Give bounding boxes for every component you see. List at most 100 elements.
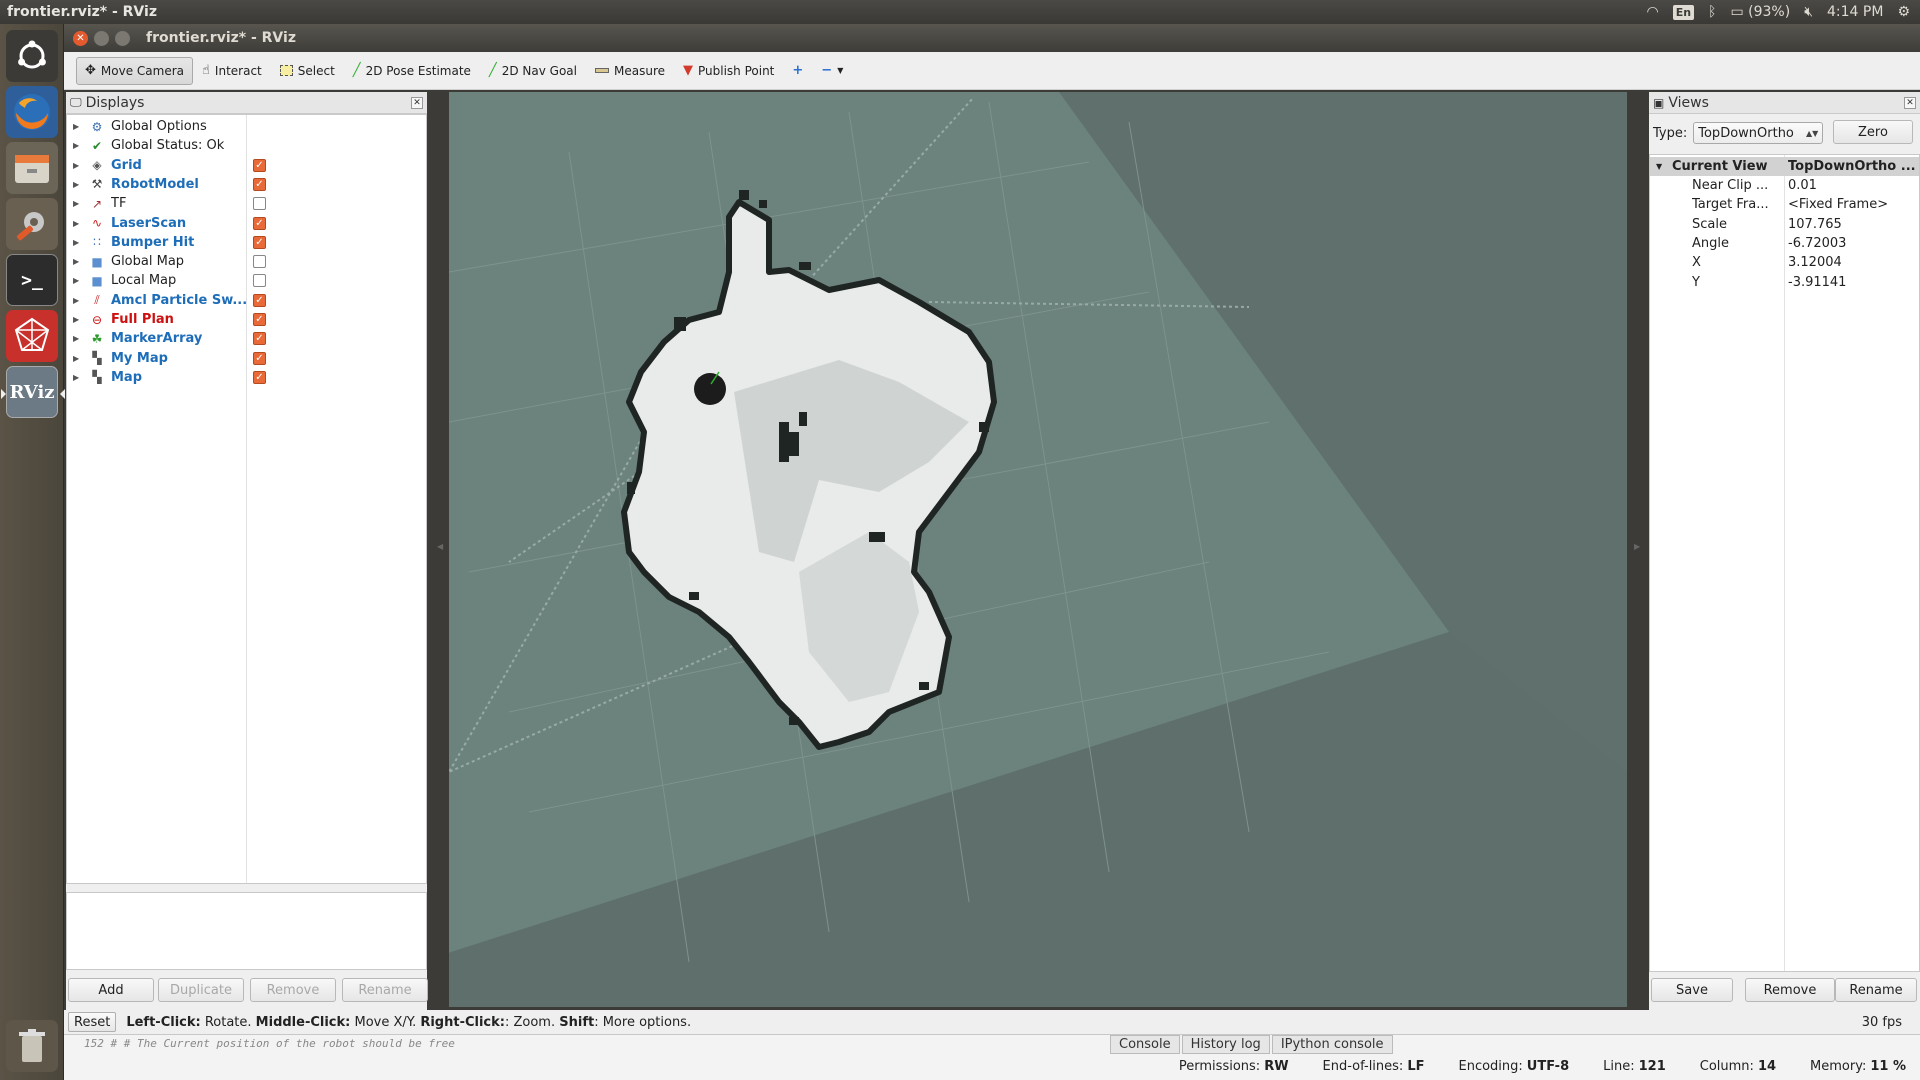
expand-arrow-icon[interactable]: ▶ xyxy=(73,161,83,170)
display-item[interactable]: ▶ ✔ Global Status: Ok xyxy=(67,136,426,155)
expand-arrow-icon[interactable]: ▶ xyxy=(73,373,83,382)
rename-view-button[interactable]: Rename xyxy=(1835,978,1917,1002)
move-camera-tool[interactable]: ✥ Move Camera xyxy=(76,56,193,85)
view-property-row[interactable]: Target Fra... <Fixed Frame> xyxy=(1650,195,1919,214)
battery-indicator[interactable]: ▭ (93%) xyxy=(1730,4,1790,20)
pose-estimate-tool[interactable]: ╱ 2D Pose Estimate xyxy=(344,57,480,85)
remove-view-button[interactable]: Remove xyxy=(1745,978,1835,1002)
view-property-row[interactable]: Y -3.91141 xyxy=(1650,273,1919,292)
console-tab[interactable]: IPython console xyxy=(1271,1035,1393,1054)
duplicate-display-button[interactable]: Duplicate xyxy=(158,978,244,1002)
current-view-row[interactable]: ▼ Current View TopDownOrtho ... xyxy=(1650,157,1919,176)
close-window-icon[interactable]: ✕ xyxy=(73,30,88,46)
property-value[interactable]: -6.72003 xyxy=(1788,236,1918,251)
publish-point-tool[interactable]: ▼ Publish Point xyxy=(674,57,783,85)
expand-arrow-icon[interactable]: ▶ xyxy=(73,180,83,189)
expand-arrow-icon[interactable]: ▶ xyxy=(73,238,83,247)
remove-tool-button[interactable]: − ▼ xyxy=(812,57,852,85)
minimize-window-icon[interactable] xyxy=(94,30,109,46)
settings-tools-icon[interactable] xyxy=(6,198,58,250)
clock[interactable]: 4:14 PM xyxy=(1827,4,1883,20)
volume-muted-icon[interactable]: 🔇︎ xyxy=(1804,4,1813,20)
display-enable-checkbox[interactable]: ✓ xyxy=(253,293,266,307)
expand-arrow-icon[interactable]: ▶ xyxy=(73,276,83,285)
expand-arrow-icon[interactable]: ▶ xyxy=(73,257,83,266)
view-properties-tree[interactable]: ▼ Current View TopDownOrtho ... Near Cli… xyxy=(1649,154,1920,972)
measure-tool[interactable]: Measure xyxy=(586,57,674,85)
view-type-select[interactable]: TopDownOrtho ▲▼ xyxy=(1693,122,1824,144)
property-value[interactable]: 0.01 xyxy=(1788,178,1918,193)
expand-arrow-icon[interactable]: ▶ xyxy=(73,219,83,228)
3d-viewport[interactable] xyxy=(449,92,1627,1007)
display-enable-checkbox[interactable]: ✓ xyxy=(253,351,266,365)
zero-button[interactable]: Zero xyxy=(1833,120,1913,144)
rename-display-button[interactable]: Rename xyxy=(342,978,428,1002)
display-item[interactable]: ▶ ■ Global Map xyxy=(67,252,426,271)
expand-arrow-icon[interactable]: ▶ xyxy=(73,315,83,324)
rviz-launcher-icon[interactable]: RViz xyxy=(1,366,65,418)
expand-arrow-icon[interactable]: ▼ xyxy=(1656,162,1662,171)
nav-goal-tool[interactable]: ╱ 2D Nav Goal xyxy=(480,57,586,85)
property-value[interactable]: <Fixed Frame> xyxy=(1788,197,1918,212)
firefox-icon[interactable] xyxy=(6,86,58,138)
ubuntu-home-icon[interactable] xyxy=(6,30,58,82)
display-item[interactable]: ▶ ⚒ RobotModel ✓ xyxy=(67,175,426,194)
close-views-icon[interactable]: ✕ xyxy=(1904,96,1916,109)
display-enable-checkbox[interactable]: ✓ xyxy=(253,216,266,230)
display-enable-checkbox[interactable] xyxy=(253,274,266,288)
display-enable-checkbox[interactable] xyxy=(253,255,266,269)
interact-tool[interactable]: ☝ Interact xyxy=(193,57,271,85)
display-item[interactable]: ▶ ☘ MarkerArray ✓ xyxy=(67,329,426,348)
property-value[interactable]: -3.91141 xyxy=(1788,275,1918,290)
display-enable-checkbox[interactable]: ✓ xyxy=(253,177,266,191)
files-icon[interactable] xyxy=(6,142,58,194)
select-tool[interactable]: Select xyxy=(271,57,344,85)
display-item[interactable]: ▶ ⚙ Global Options xyxy=(67,117,426,136)
close-panel-icon[interactable]: ✕ xyxy=(411,96,423,109)
maximize-window-icon[interactable] xyxy=(115,30,130,46)
terminal-icon[interactable]: >_ xyxy=(6,254,58,306)
display-item[interactable]: ▶ ▚ Map ✓ xyxy=(67,368,426,387)
expand-arrow-icon[interactable]: ▶ xyxy=(73,354,83,363)
right-collapse-arrow-icon[interactable]: ▶ xyxy=(1634,542,1642,551)
network-app-icon[interactable] xyxy=(6,310,58,362)
display-enable-checkbox[interactable]: ✓ xyxy=(253,370,266,384)
view-property-row[interactable]: Near Clip ... 0.01 xyxy=(1650,176,1919,195)
expand-arrow-icon[interactable]: ▶ xyxy=(73,334,83,343)
display-enable-checkbox[interactable]: ✓ xyxy=(253,313,266,326)
display-item[interactable]: ▶ ∿ LaserScan ✓ xyxy=(67,214,426,233)
display-item[interactable]: ▶ ↗ TF xyxy=(67,194,426,213)
display-enable-checkbox[interactable]: ✓ xyxy=(253,332,266,346)
wifi-icon[interactable]: ◠ xyxy=(1646,4,1658,20)
remove-display-button[interactable]: Remove xyxy=(250,978,336,1002)
view-property-row[interactable]: Angle -6.72003 xyxy=(1650,234,1919,253)
display-enable-checkbox[interactable]: ✓ xyxy=(253,235,266,249)
display-item[interactable]: ▶ ⫽ Amcl Particle Sw... ✓ xyxy=(67,291,426,310)
settings-gear-icon[interactable]: ⚙ xyxy=(1897,4,1910,20)
console-tab[interactable]: Console xyxy=(1110,1035,1180,1054)
view-property-row[interactable]: X 3.12004 xyxy=(1650,253,1919,272)
display-item[interactable]: ▶ ▚ My Map ✓ xyxy=(67,349,426,368)
expand-arrow-icon[interactable]: ▶ xyxy=(73,122,83,131)
display-item[interactable]: ▶ ∷ Bumper Hit ✓ xyxy=(67,233,426,252)
console-tab[interactable]: History log xyxy=(1181,1035,1270,1054)
display-item[interactable]: ▶ ◈ Grid ✓ xyxy=(67,156,426,175)
display-item[interactable]: ▶ ⊖ Full Plan ✓ xyxy=(67,310,426,329)
property-value[interactable]: 3.12004 xyxy=(1788,255,1918,270)
expand-arrow-icon[interactable]: ▶ xyxy=(73,199,83,208)
reset-button[interactable]: Reset xyxy=(68,1012,117,1032)
add-display-button[interactable]: Add xyxy=(68,978,154,1002)
trash-icon[interactable] xyxy=(6,1020,58,1072)
display-enable-checkbox[interactable]: ✓ xyxy=(253,158,266,172)
displays-tree[interactable]: ▶ ⚙ Global Options ▶ ✔ Global Status: Ok ▶ ◈ Gri… xyxy=(66,114,427,884)
display-enable-checkbox[interactable] xyxy=(253,197,266,211)
property-value[interactable]: 107.765 xyxy=(1788,217,1918,232)
save-view-button[interactable]: Save xyxy=(1651,978,1733,1002)
keyboard-indicator[interactable]: En xyxy=(1672,4,1695,20)
view-property-row[interactable]: Scale 107.765 xyxy=(1650,215,1919,234)
expand-arrow-icon[interactable]: ▶ xyxy=(73,296,83,305)
left-collapse-arrow-icon[interactable]: ◀ xyxy=(437,542,445,551)
bluetooth-icon[interactable]: ᛒ xyxy=(1708,4,1716,20)
expand-arrow-icon[interactable]: ▶ xyxy=(73,141,83,150)
add-tool-button[interactable]: + xyxy=(783,57,812,85)
